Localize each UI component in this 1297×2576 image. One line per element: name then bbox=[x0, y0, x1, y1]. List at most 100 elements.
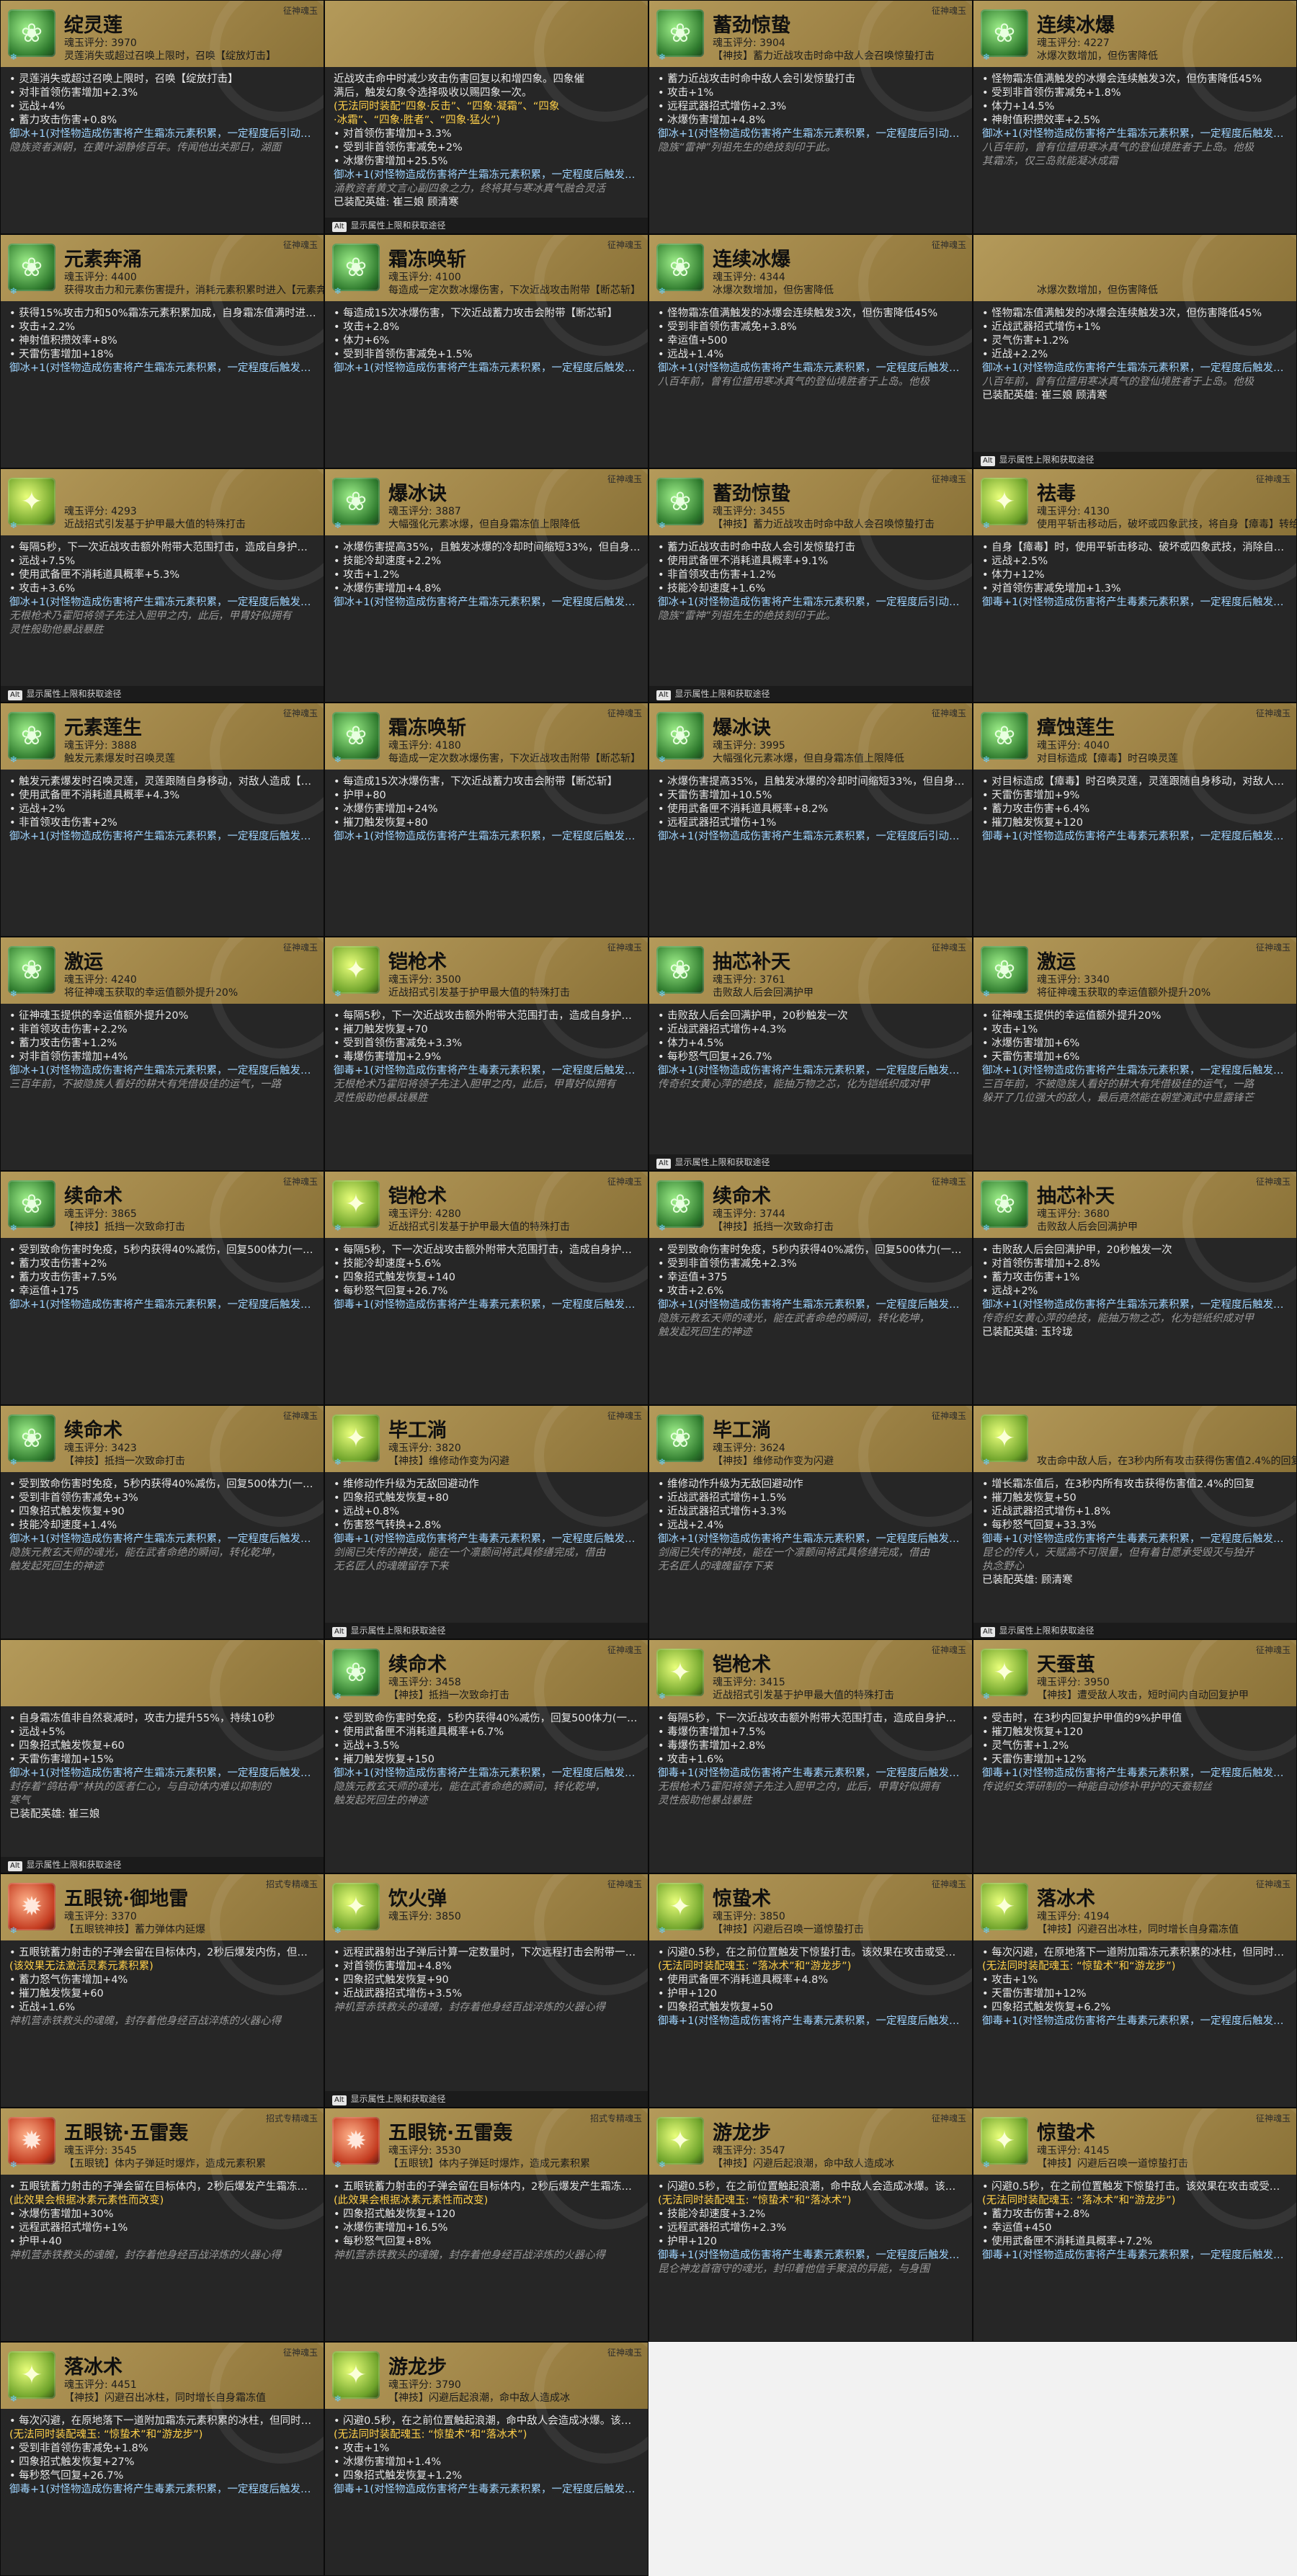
card-title: 瘴蚀莲生 bbox=[1037, 717, 1115, 739]
card-header: 冰爆次数增加，但伤害降低 bbox=[973, 235, 1296, 356]
card-subtitle: 【神技】抵挡一次致命打击 bbox=[64, 1221, 185, 1233]
soul-jade-icon: ❀ bbox=[8, 712, 55, 759]
soul-jade-card[interactable]: 征神魂玉✦❄铠枪术魂玉评分: 4280近战招式引发基于护甲最大值的特殊打击每隔5… bbox=[324, 1171, 648, 1405]
soul-jade-card[interactable]: 招式专精魂玉 ✹ ❄ 五眼铳·五雷轰 魂玉评分: 3545 【五眼铳】体内子弹延时爆炸，造… bbox=[0, 2108, 324, 2342]
soul-jade-card[interactable]: 征神魂玉✦❄毕工淌魂玉评分: 3820【神技】维修动作变为闪避维修动作升级为无敌… bbox=[324, 1405, 648, 1639]
footer-text: 显示属性上限和获取途径 bbox=[350, 220, 446, 231]
soul-jade-card[interactable]: 征神魂玉 ❀ ❄ 绽灵莲 魂玉评分: 3970 灵莲消失或超过召唤上限时，召唤【绽放灯击】… bbox=[0, 0, 324, 234]
show-attribute-limit-link[interactable]: Alt 显示属性上限和获取途径 bbox=[649, 686, 972, 702]
flavor-text: 神机营赤铁教头的魂魄，封存着他身经百战淬炼的火器心得 bbox=[334, 2002, 605, 2013]
soul-jade-card[interactable]: 征神魂玉✦❄游龙步魂玉评分: 3547【神技】闪避后起浪潮，命中敌人造成冰闪避0… bbox=[648, 2108, 973, 2342]
soul-jade-card[interactable]: 征神魂玉✦❄惊蛰术魂玉评分: 3850【神技】闪避后召唤一道惊蛰打击闪避0.5秒… bbox=[648, 1873, 973, 2108]
show-attribute-limit-link[interactable]: Alt 显示属性上限和获取途径 bbox=[325, 1623, 648, 1639]
soul-jade-card[interactable]: 近战攻击命中时减少攻击伤害回复以和增四象。四象催 满后，触发幻象令选择吸收以赐四象… bbox=[324, 0, 648, 234]
element-snowflake-icon: ❄ bbox=[334, 2160, 342, 2170]
card-title: 毕工淌 bbox=[388, 1420, 447, 1442]
soul-jade-icon: ✦ bbox=[656, 1883, 704, 1930]
element-snowflake-icon: ❄ bbox=[982, 1925, 991, 1935]
soul-jade-card[interactable]: 征神魂玉✦❄游龙步魂玉评分: 3790【神技】闪避后起浪潮，命中敌人造成冰闪避0… bbox=[324, 2342, 648, 2576]
show-attribute-limit-link[interactable]: Alt 显示属性上限和获取途径 bbox=[973, 1623, 1296, 1639]
soul-jade-card[interactable]: 征神魂玉 ✦ ❄ 天蚕茧 魂玉评分: 3950 【神技】遭受敌人攻击，短时间内自动回复护甲… bbox=[973, 1639, 1297, 1873]
soul-jade-card[interactable]: 征神魂玉 ❀❄ 抽芯补天魂玉评分: 3680击败敌人后会回满护甲击败敌人后会回满护甲… bbox=[973, 1171, 1297, 1405]
soul-jade-card[interactable]: 征神魂玉❀❄连续冰爆魂玉评分: 4344冰爆次数增加，但伤害降低怪物霜冻值满触发… bbox=[648, 234, 973, 468]
card-title: 惊蛰术 bbox=[1037, 2122, 1095, 2144]
show-attribute-limit-link[interactable]: Alt 显示属性上限和获取途径 bbox=[1, 686, 324, 702]
attribute-line: 受到非首领伤害减免+2% bbox=[334, 141, 641, 155]
soul-jade-card[interactable]: 征神魂玉✦❄铠枪术魂玉评分: 3500近战招式引发基于护甲最大值的特殊打击每隔5… bbox=[324, 937, 648, 1171]
soul-jade-icon: ✦ bbox=[981, 478, 1028, 525]
card-type-label: 招式专精魂玉 bbox=[589, 2113, 642, 2123]
show-attribute-limit-link[interactable]: Alt 显示属性上限和获取途径 bbox=[325, 218, 648, 233]
soul-jade-card[interactable]: 征神魂玉 ❀ ❄ 元素奔涌 魂玉评分: 4400 获得攻击力和元素伤害提升，消耗元素积累时… bbox=[0, 234, 324, 468]
soul-jade-icon: ✦ bbox=[8, 478, 55, 525]
soul-jade-card[interactable]: 征神魂玉 ❀❄ 激运魂玉评分: 4240将征神魂玉获取的幸运值额外提升20%征神魂玉… bbox=[0, 937, 324, 1171]
card-title: 落冰术 bbox=[64, 2356, 122, 2379]
show-attribute-limit-link[interactable]: Alt 显示属性上限和获取途径 bbox=[325, 2091, 648, 2107]
card-score: 魂玉评分: 3370 bbox=[64, 1911, 137, 1922]
soul-jade-card[interactable]: 征神魂玉 ✦ ❄ 祛毒 魂玉评分: 4130 使用平斩击移动后，破坏或四象武技，将自身【瘴… bbox=[973, 468, 1297, 703]
soul-jade-card[interactable]: 招式专精魂玉 ✹❄ 五眼铳·御地雷魂玉评分: 3370 【五眼铳神技】蓄力弹体内延爆五… bbox=[0, 1873, 324, 2108]
soul-jade-icon: ❀ bbox=[332, 478, 380, 525]
footer-text: 显示属性上限和获取途径 bbox=[350, 1626, 446, 1636]
soul-jade-card[interactable]: 征神魂玉 ❀❄ 激运魂玉评分: 3340将征神魂玉获取的幸运值额外提升20%征神魂玉… bbox=[973, 937, 1297, 1171]
soul-jade-card[interactable]: 征神魂玉❀❄续命术魂玉评分: 3865【神技】抵挡一次致命打击受到致命伤害时免疫… bbox=[0, 1171, 324, 1405]
soul-jade-card[interactable]: 征神魂玉 ❀❄ 抽芯补天魂玉评分: 3761击败敌人后会回满护甲击败敌人后会回满护甲… bbox=[648, 937, 973, 1171]
footer-text: 显示属性上限和获取途径 bbox=[26, 1860, 122, 1870]
soul-jade-card[interactable]: 征神魂玉✦❄铠枪术魂玉评分: 3415近战招式引发基于护甲最大值的特殊打击每隔5… bbox=[648, 1639, 973, 1873]
show-attribute-limit-link[interactable]: Alt 显示属性上限和获取途径 bbox=[973, 452, 1296, 468]
soul-jade-card[interactable]: 征神魂玉 ❀ ❄ 蓄劲惊蛰 魂玉评分: 3455 【神技】蓄力近战攻击时命中敌人会召唤惊蛰… bbox=[648, 468, 973, 703]
flavor-text: 隐族资者渊朝，在黄叶湖静修百年。传闻他出关那日，湖面 bbox=[9, 142, 281, 153]
soul-jade-card[interactable]: ❀❄连续冰爆魂玉评分: 4227冰爆次数增加，但伤害降低怪物霜冻值满触发的冰爆会… bbox=[973, 0, 1297, 234]
soul-jade-card[interactable]: 征神魂玉❀❄爆冰诀魂玉评分: 3887大幅强化元素冰爆，但自身霜冻值上限降低冰爆… bbox=[324, 468, 648, 703]
element-effect-text: 御冰+1(对怪物造成伤害将产生霜冻元素积累，一定程度后触发冰爆) bbox=[9, 1065, 316, 1077]
card-subtitle: 【神技】抵挡一次致命打击 bbox=[64, 1456, 185, 1467]
soul-jade-icon: ✦ bbox=[332, 946, 380, 994]
element-snowflake-icon: ❄ bbox=[9, 520, 18, 530]
soul-jade-card[interactable]: ✦❄攻击命中敌人后，在3秒内所有攻击获得伤害值2.4%的回复增长霜冻值后，在3秒… bbox=[973, 1405, 1297, 1639]
soul-jade-card[interactable]: 征神魂玉 ❀❄ 元素莲生魂玉评分: 3888触发元素爆发时召唤灵莲触发元素爆发时召唤… bbox=[0, 703, 324, 937]
card-score: 魂玉评分: 3995 bbox=[713, 740, 785, 752]
soul-jade-card[interactable]: 征神魂玉 ✦❄ 落冰术魂玉评分: 4451【神技】闪避召出冰柱，同时增长自身霜冻值每… bbox=[0, 2342, 324, 2576]
soul-jade-card[interactable]: 冰爆次数增加，但伤害降低怪物霜冻值满触发的冰爆会连续触发3次，但伤害降低45%近… bbox=[973, 234, 1297, 468]
soul-jade-icon: ✦ bbox=[981, 1883, 1028, 1930]
card-score: 魂玉评分: 3850 bbox=[388, 1911, 461, 1922]
soul-jade-card[interactable]: 征神魂玉 ❀❄ 瘴蚀莲生魂玉评分: 4040对目标造成【瘴毒】时召唤灵莲对目标造成【… bbox=[973, 703, 1297, 937]
soul-jade-icon: ❀ bbox=[8, 244, 55, 291]
card-header: ✦ ❄ 魂玉评分: 4293 近战招式引发基于护甲最大值的特殊打击 bbox=[1, 469, 324, 590]
soul-jade-card[interactable]: 征神魂玉❀❄爆冰诀魂玉评分: 3995大幅强化元素冰爆，但自身霜冻值上限降低冰爆… bbox=[648, 703, 973, 937]
soul-jade-card[interactable]: 征神魂玉✦❄惊蛰术魂玉评分: 4145【神技】闪避后召唤一道惊蛰打击闪避0.5秒… bbox=[973, 2108, 1297, 2342]
soul-jade-card[interactable]: 自身霜冻值非自然衰减时，攻击力提升55%，持续10秒远战+5%四象招式触发恢复+… bbox=[0, 1639, 324, 1873]
card-type-label: 征神魂玉 bbox=[1255, 1879, 1291, 1889]
card-subtitle: 近战招式引发基于护甲最大值的特殊打击 bbox=[388, 1221, 570, 1233]
empty-slot bbox=[648, 2342, 973, 2576]
element-snowflake-icon: ❄ bbox=[334, 2394, 342, 2404]
soul-jade-card[interactable]: 征神魂玉❀❄续命术魂玉评分: 3744【神技】抵挡一次致命打击受到致命伤害时免疫… bbox=[648, 1171, 973, 1405]
soul-jade-card[interactable]: 征神魂玉 ❀ ❄ 霜冻唤斩 魂玉评分: 4100 每造成一定次数冰爆伤害，下次近战攻击附带… bbox=[324, 234, 648, 468]
soul-jade-card[interactable]: 征神魂玉✦❄落冰术魂玉评分: 4194【神技】闪避召出冰柱，同时增长自身霜冻值每… bbox=[973, 1873, 1297, 2108]
card-type-label: 征神魂玉 bbox=[931, 1879, 966, 1889]
card-subtitle: 【神技】维修动作变为闪避 bbox=[388, 1456, 509, 1467]
card-title: 续命术 bbox=[713, 1185, 771, 1208]
soul-jade-card[interactable]: 征神魂玉 ❀ ❄ 霜冻唤斩 魂玉评分: 4180 每造成一定次数冰爆伤害，下次近战攻击附带… bbox=[324, 703, 648, 937]
soul-jade-card[interactable]: 征神魂玉❀❄毕工淌魂玉评分: 3624【神技】维修动作变为闪避维修动作升级为无敌… bbox=[648, 1405, 973, 1639]
soul-jade-card[interactable]: 征神魂玉✦❄饮火弹魂玉评分: 3850远程武器射出子弹后计算一定数量时，下次远程… bbox=[324, 1873, 648, 2108]
card-header: 招式专精魂玉 ✹ ❄ 五眼铳·五雷轰 魂玉评分: 3530 【五眼铳】体内子弹延时爆炸，造… bbox=[325, 2108, 648, 2229]
show-attribute-limit-link[interactable]: Alt 显示属性上限和获取途径 bbox=[649, 1154, 972, 1170]
soul-jade-icon: ❀ bbox=[8, 946, 55, 994]
card-score: 魂玉评分: 4194 bbox=[1037, 1911, 1110, 1922]
card-title: 游龙步 bbox=[388, 2356, 447, 2379]
flavor-text: 传奇织女黄心萍的绝技，能抽万物之芯，化为铠纸织成对甲 bbox=[982, 1313, 1254, 1324]
soul-jade-card[interactable]: 征神魂玉❀❄续命术魂玉评分: 3423【神技】抵挡一次致命打击受到致命伤害时免疫… bbox=[0, 1405, 324, 1639]
card-header bbox=[1, 1640, 324, 1761]
flavor-text: 剑阁已失传的神技，能在一个凛颤间将武具修缮完成，借由 bbox=[658, 1547, 930, 1559]
element-effect-text: 御毒+1(对怪物造成伤害将产生毒素元素积累，一定程度后触发毒爆) bbox=[982, 1768, 1289, 1779]
footer-text: 显示属性上限和获取途径 bbox=[350, 2094, 446, 2104]
soul-jade-card[interactable]: 征神魂玉 ❀ ❄ 蓄劲惊蛰 魂玉评分: 3904 【神技】蓄力近战攻击时命中敌人会召唤惊蛰… bbox=[648, 0, 973, 234]
soul-jade-card[interactable]: ✦❄魂玉评分: 4293近战招式引发基于护甲最大值的特殊打击每隔5秒，下一次近战… bbox=[0, 468, 324, 703]
soul-jade-card[interactable]: 招式专精魂玉 ✹ ❄ 五眼铳·五雷轰 魂玉评分: 3530 【五眼铳】体内子弹延时爆炸，造… bbox=[324, 2108, 648, 2342]
soul-jade-card[interactable]: 征神魂玉❀❄续命术魂玉评分: 3458【神技】抵挡一次致命打击受到致命伤害时免疫… bbox=[324, 1639, 648, 1873]
card-title: 天蚕茧 bbox=[1037, 1654, 1095, 1676]
element-snowflake-icon: ❄ bbox=[9, 2160, 18, 2170]
card-score: 魂玉评分: 3547 bbox=[713, 2145, 785, 2157]
show-attribute-limit-link[interactable]: Alt 显示属性上限和获取途径 bbox=[1, 1857, 324, 1873]
